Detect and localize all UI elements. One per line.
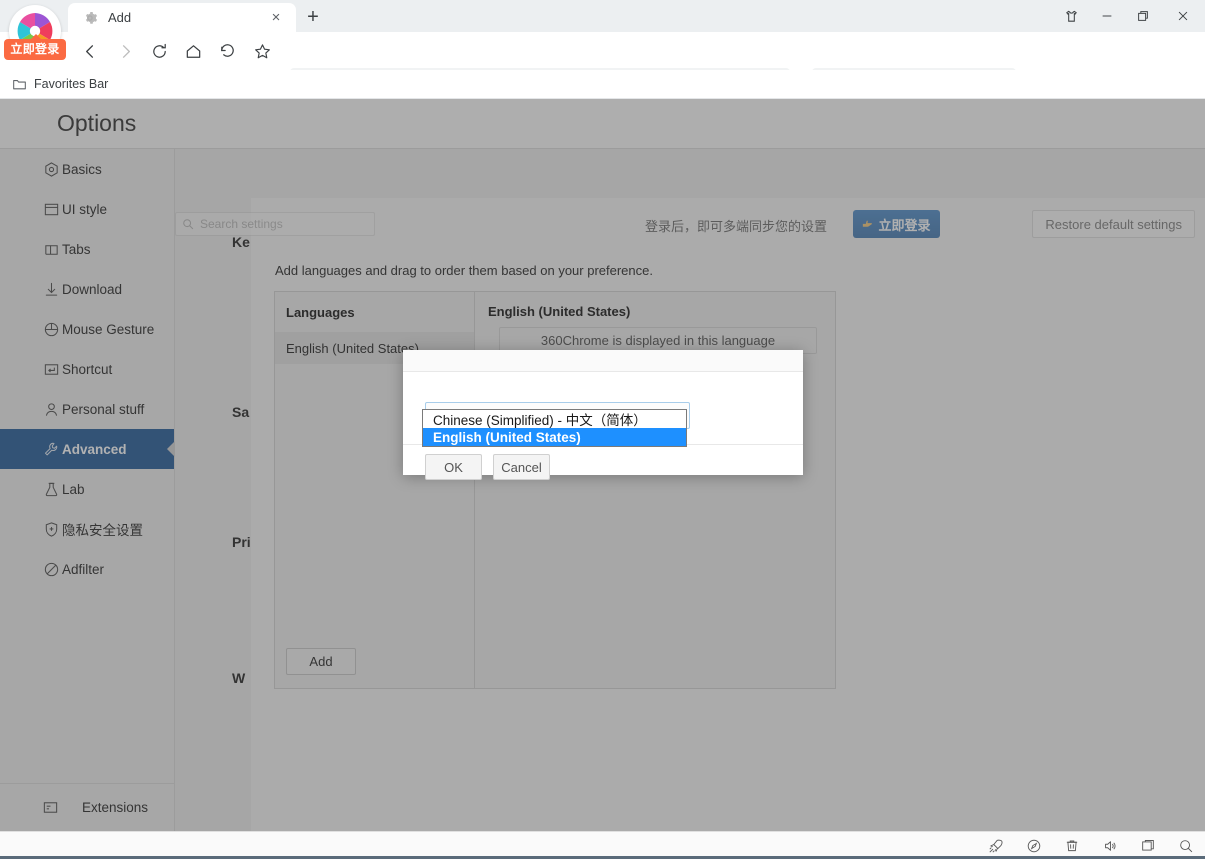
sidebar-item-mouse-gesture[interactable]: Mouse Gesture [0,309,174,349]
sidebar-label: 隐私安全设置 [62,523,143,538]
sidebar-label: Lab [62,481,85,497]
new-tab-button[interactable]: + [300,5,326,30]
extension-card-icon [42,799,60,817]
sidebar-label: Extensions [82,800,149,815]
status-bar [0,831,1205,859]
sidebar-label: Personal stuff [62,401,145,417]
reload-button[interactable] [145,37,173,65]
search-placeholder: Search settings [200,217,283,231]
window-split-icon[interactable] [1129,832,1167,859]
search-icon [182,218,194,230]
dialog-header [403,350,803,372]
browser-window: Add × + 立即登录 Favorites Bar Options Basic… [0,0,1205,859]
section-heading: W [232,670,246,686]
navigation-toolbar: chrome://settings/addLanguage 拜登专机上 [0,32,1205,96]
title-bar: Add × + [0,0,1205,32]
tab-close-icon[interactable]: × [268,10,284,26]
favorites-bar-folder[interactable]: Favorites Bar [12,77,108,92]
window-icon [42,200,60,218]
favorites-bar-label: Favorites Bar [34,77,109,91]
sidebar-item-extensions[interactable]: Extensions [0,783,175,831]
sidebar-item-ui-style[interactable]: UI style [0,189,174,229]
target-icon [42,160,60,178]
add-language-button[interactable]: Add [286,648,356,675]
settings-search-input[interactable]: Search settings [175,212,375,236]
sidebar-item-tabs[interactable]: Tabs [0,229,174,269]
language-dropdown-list: Chinese (Simplified) - 中文（简体） English (U… [422,409,687,447]
login-now-label: 立即登录 [878,217,931,233]
flask-icon [42,480,60,498]
sidebar-label: Tabs [62,241,91,257]
language-description: Add languages and drag to order them bas… [275,263,653,278]
window-controls [1053,0,1205,32]
pointing-hand-icon [862,218,874,230]
favorites-bar: Favorites Bar [0,70,1205,99]
language-list-header: Languages [286,304,355,320]
undo-button[interactable] [213,37,241,65]
dropdown-option-chinese[interactable]: Chinese (Simplified) - 中文（简体） [423,410,686,428]
home-button[interactable] [179,37,207,65]
sidebar-label: Advanced [62,441,127,457]
add-language-panel: Add languages and drag to order them bas… [251,198,1205,859]
dropdown-option-english[interactable]: English (United States) [423,428,686,446]
login-now-button[interactable]: 立即登录 [853,210,940,238]
options-header [0,99,1205,149]
sync-prompt-text: 登录后，即可多端同步您的设置 [645,219,828,234]
sidebar-item-advanced[interactable]: Advanced [0,429,175,469]
speaker-icon[interactable] [1091,832,1129,859]
gear-icon [82,10,98,26]
login-badge[interactable]: 立即登录 [4,34,66,60]
section-heading: Ke [232,234,250,250]
sidebar-label: Adfilter [62,561,105,577]
restore-default-settings-button[interactable]: Restore default settings [1032,210,1195,238]
sidebar-item-download[interactable]: Download [0,269,174,309]
maximize-button[interactable] [1125,0,1161,32]
settings-sidebar: Basics UI style Tabs Download Mouse Gest… [0,149,175,831]
language-detail-title: English (United States) [488,304,631,319]
search-icon[interactable] [1167,832,1205,859]
sidebar-item-basics[interactable]: Basics [0,149,174,189]
sidebar-item-shortcut[interactable]: Shortcut [0,349,174,389]
ok-button[interactable]: OK [425,454,482,480]
folder-icon [12,77,27,92]
bookmark-star-button[interactable] [248,37,276,65]
cancel-button[interactable]: Cancel [493,454,550,480]
tab-title: Add [108,10,132,25]
trash-icon[interactable] [1053,832,1091,859]
mouse-icon [42,320,60,338]
person-icon [42,400,60,418]
sidebar-item-adfilter[interactable]: Adfilter [0,549,174,589]
browser-tab[interactable]: Add × [68,3,296,32]
theme-skin-button[interactable] [1053,0,1089,32]
download-arrow-icon [42,280,60,298]
section-heading: Sa [232,404,250,420]
keyboard-enter-icon [42,360,60,378]
sidebar-label: Basics [62,161,102,177]
sidebar-item-privacy-security[interactable]: 隐私安全设置 [0,509,174,549]
sidebar-item-personal-stuff[interactable]: Personal stuff [0,389,174,429]
close-button[interactable] [1161,0,1205,32]
block-circle-icon [42,560,60,578]
speedometer-icon[interactable] [1015,832,1053,859]
wrench-icon [42,440,60,458]
sidebar-label: Download [62,281,123,297]
forward-button[interactable] [111,37,139,65]
page-title: Options [57,110,137,136]
minimize-button[interactable] [1089,0,1125,32]
sidebar-item-lab[interactable]: Lab [0,469,174,509]
sidebar-label: Mouse Gesture [62,321,155,337]
tab-icon [42,240,60,258]
section-heading: Pri [232,534,251,550]
brand-logo-area[interactable]: 立即登录 [4,3,66,65]
rocket-icon[interactable] [977,832,1015,859]
sidebar-label: UI style [62,201,108,217]
shield-plus-icon [42,520,60,538]
sidebar-label: Shortcut [62,361,113,377]
back-button[interactable] [76,37,104,65]
